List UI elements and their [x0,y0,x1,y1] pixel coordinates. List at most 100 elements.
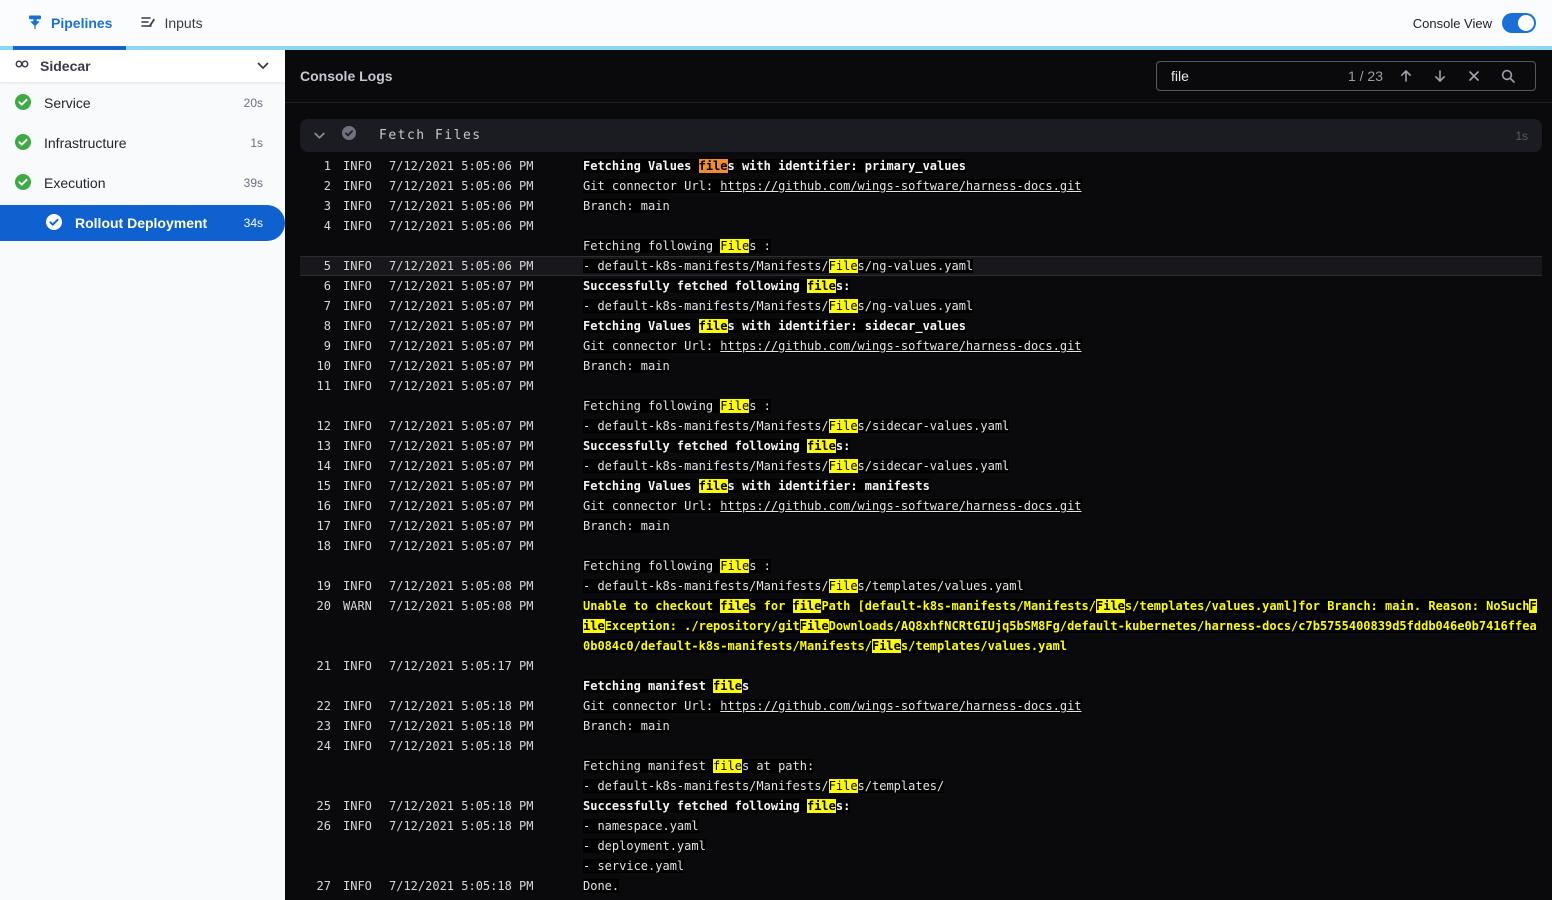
log-section-header[interactable]: Fetch Files 1s [300,119,1542,152]
log-message: Branch: main [583,719,670,733]
log-line: 1 INFO 7/12/2021 5:05:06 PM Fetching Values… [300,156,1542,176]
log-message: - deployment.yaml [583,839,706,853]
search-match-highlight: file [720,599,750,613]
step-duration: 34s [243,216,263,230]
topbar-accent-strip [0,46,1552,50]
search-match-highlight: File [828,419,858,433]
search-match-highlight: file [792,599,822,613]
stage-sidebar: Sidecar Service 20s Infrastructure 1s Ex… [0,50,285,900]
console-header: Console Logs 1 / 23 [285,50,1552,103]
close-icon[interactable] [1457,66,1491,86]
log-message [583,656,1542,676]
chevron-down-icon[interactable] [257,57,269,75]
log-message: Fetching following Files : [583,399,771,413]
log-line: 26 INFO 7/12/2021 5:05:18 PM - namespace.ya… [300,816,1542,836]
log-message: Successfully fetched following files: [583,799,851,813]
log-message [583,376,1542,396]
log-line: Fetching following Files : [300,556,1542,576]
pipelines-icon [27,14,43,33]
tab-inputs-label: Inputs [164,15,203,31]
log-message: Fetching Values files with identifier: s… [583,319,966,333]
log-message: Fetching following Files : [583,239,771,253]
log-message: - default-k8s-manifests/Manifests/Files/… [583,419,1010,433]
log-message [583,536,1542,556]
tab-pipelines[interactable]: Pipelines [13,0,127,50]
search-match-highlight: File [828,299,858,313]
log-line: 13 INFO 7/12/2021 5:05:07 PM Successfully f… [300,436,1542,456]
log-search-box: 1 / 23 [1156,61,1536,91]
log-link[interactable]: https://github.com/wings-software/harnes… [720,699,1081,713]
stage-title: Sidecar [40,58,91,74]
log-line: 17 INFO 7/12/2021 5:05:07 PM Branch: main [300,516,1542,536]
log-line: 25 INFO 7/12/2021 5:05:18 PM Successfully f… [300,796,1542,816]
log-line: - deployment.yaml [300,836,1542,856]
log-message: Fetching Values files with identifier: m… [583,479,930,493]
log-line: 22 INFO 7/12/2021 5:05:18 PM Git connector … [300,696,1542,716]
log-line: 9 INFO 7/12/2021 5:05:07 PM Git connector U… [300,336,1542,356]
log-line: 15 INFO 7/12/2021 5:05:07 PM Fetching Value… [300,476,1542,496]
log-message: Successfully fetched following files: [583,279,851,293]
search-match-highlight: File [828,459,858,473]
log-message [583,736,1542,756]
search-match-highlight: File [1096,599,1125,613]
log-message: Git connector Url: https://github.com/wi… [583,499,1082,513]
log-line: 23 INFO 7/12/2021 5:05:18 PM Branch: main [300,716,1542,736]
log-line: 16 INFO 7/12/2021 5:05:07 PM Git connector … [300,496,1542,516]
chevron-down-icon[interactable] [314,127,325,145]
log-message: - namespace.yaml [583,819,699,833]
success-check-icon [14,93,32,114]
search-match-highlight: File [871,639,901,653]
log-link[interactable]: https://github.com/wings-software/harnes… [720,179,1081,193]
log-message: Branch: main [583,359,670,373]
search-match-highlight: File [720,399,750,413]
log-message: Git connector Url: https://github.com/wi… [583,699,1082,713]
log-message: Git connector Url: https://github.com/wi… [583,179,1082,193]
log-message: - default-k8s-manifests/Manifests/Files/… [583,779,945,793]
search-match-highlight: File [720,239,750,253]
log-message: - default-k8s-manifests/Manifests/Files/… [583,459,1010,473]
log-message: - service.yaml [583,859,685,873]
search-match-highlight: file [806,279,836,293]
inputs-icon [140,14,156,33]
log-line: - service.yaml [300,856,1542,876]
top-tabs: Pipelines Inputs [0,0,217,50]
stage-step-list: Service 20s Infrastructure 1s Execution … [0,83,285,243]
console-title: Console Logs [300,68,393,84]
sidebar-item-rollout-deployment[interactable]: Rollout Deployment 34s [0,205,285,241]
sidebar-item-service[interactable]: Service 20s [0,83,285,123]
log-line: Fetching manifest files [300,676,1542,696]
log-message [583,216,1542,236]
log-message: Unable to checkout files for filePath [d… [583,599,1537,653]
log-line: Fetching following Files : [300,396,1542,416]
search-match-highlight: file [713,679,742,693]
log-line: 8 INFO 7/12/2021 5:05:07 PM Fetching Values… [300,316,1542,336]
step-duration: 20s [243,96,263,110]
log-message: - default-k8s-manifests/Manifests/Files/… [583,299,974,313]
search-prev-icon[interactable] [1389,66,1423,86]
log-line: 24 INFO 7/12/2021 5:05:18 PM [300,736,1542,756]
section-duration: 1s [1515,128,1528,143]
log-link[interactable]: https://github.com/wings-software/harnes… [720,499,1081,513]
log-message: Fetching manifest files at path: [583,759,815,773]
log-link[interactable]: https://github.com/wings-software/harnes… [720,339,1081,353]
chain-icon [14,56,30,77]
tab-inputs[interactable]: Inputs [126,0,216,46]
sidebar-item-execution[interactable]: Execution 39s [0,163,285,203]
search-match-highlight: File [828,779,858,793]
log-line: Fetching manifest files at path: [300,756,1542,776]
tab-pipelines-label: Pipelines [51,15,113,31]
step-duration: 39s [243,176,263,190]
console-view-label: Console View [1412,15,1492,31]
search-input[interactable] [1171,68,1348,84]
search-next-icon[interactable] [1423,66,1457,86]
console-panel: Console Logs 1 / 23 [285,50,1552,900]
log-line: 14 INFO 7/12/2021 5:05:07 PM - default-k8s-… [300,456,1542,476]
log-message: Fetching manifest files [583,679,750,693]
console-view-toggle[interactable] [1502,13,1536,33]
search-icon[interactable] [1491,66,1525,86]
search-match-highlight: file [698,319,728,333]
sidebar-item-infrastructure[interactable]: Infrastructure 1s [0,123,285,163]
sidebar-stage-header[interactable]: Sidecar [0,50,285,83]
log-message: Fetching Values files with identifier: p… [583,159,966,173]
search-match-highlight: File [828,579,858,593]
